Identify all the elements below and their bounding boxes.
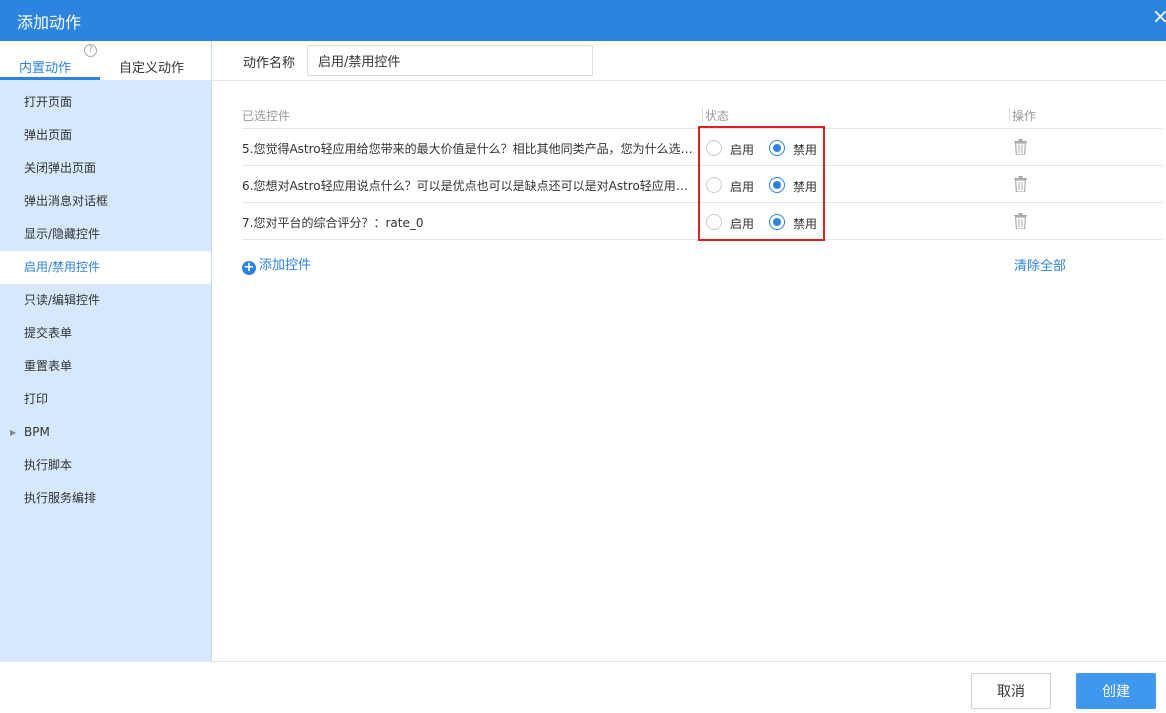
menu-item-reset-form[interactable]: 重置表单 [0,350,212,383]
status-highlight-box [698,126,825,241]
trash-icon[interactable] [1014,213,1027,229]
sidebar-tabs: 内置动作 ? 自定义动作 [0,41,211,80]
action-name-input[interactable] [307,45,593,76]
cancel-button[interactable]: 取消 [971,673,1051,709]
tab-custom-actions[interactable]: 自定义动作 [119,57,184,76]
menu-item-bpm[interactable]: ▶ BPM [0,416,212,449]
control-name: 7.您对平台的综合评分？：rate_0 [242,216,424,230]
menu-item-service-orchestration[interactable]: 执行服务编排 [0,482,212,515]
menu-item-print[interactable]: 打印 [0,383,212,416]
trash-icon[interactable] [1014,139,1027,155]
header-operation: 操作 [1012,109,1037,123]
dialog-title: 添加动作 [17,13,82,32]
dialog-footer: 取消 创建 [0,661,1166,713]
menu-item-message-dialog[interactable]: 弹出消息对话框 [0,185,212,218]
menu-item-close-popup[interactable]: 关闭弹出页面 [0,152,212,185]
control-name: 5.您觉得Astro轻应用给您带来的最大价值是什么？相比其他同类产品，您为什么选… [242,142,697,156]
header-status: 状态 [705,109,730,123]
sidebar: 内置动作 ? 自定义动作 打开页面 弹出页面 关闭弹出页面 弹出消息对话框 显示… [0,41,212,661]
add-action-dialog: 添加动作 × 内置动作 ? 自定义动作 打开页面 弹出页面 关闭弹出页面 弹出消… [0,0,1166,713]
menu-item-submit-form[interactable]: 提交表单 [0,317,212,350]
trash-icon[interactable] [1014,176,1027,192]
main-panel: 动作名称 已选控件 状态 操作 5.您觉得Astro轻应用给您带来的最大价值是什… [212,41,1166,661]
close-icon[interactable]: × [1152,6,1166,26]
dialog-header: 添加动作 × [0,0,1166,41]
menu-item-popup-page[interactable]: 弹出页面 [0,119,212,152]
menu-item-readonly-edit[interactable]: 只读/编辑控件 [0,284,212,317]
tab-builtin-actions[interactable]: 内置动作 [19,57,71,76]
caret-right-icon: ▶ [10,428,17,437]
menu-item-open-page[interactable]: 打开页面 [0,86,212,119]
control-name: 6.您想对Astro轻应用说点什么？可以是优点也可以是缺点还可以是对Astro轻… [242,179,697,193]
plus-circle-icon: + [242,260,256,275]
help-icon[interactable]: ? [84,44,97,57]
clear-all-button[interactable]: 清除全部 [1014,255,1066,274]
add-control-button[interactable]: + 添加控件 [242,254,311,275]
create-button[interactable]: 创建 [1076,673,1156,709]
menu-item-run-script[interactable]: 执行脚本 [0,449,212,482]
menu-item-enable-disable[interactable]: 启用/禁用控件 [0,251,211,284]
active-tab-indicator [0,77,100,80]
menu-item-show-hide[interactable]: 显示/隐藏控件 [0,218,212,251]
column-separator [1009,108,1010,121]
column-separator [702,108,703,121]
header-selected-control: 已选控件 [242,109,291,123]
action-menu: 打开页面 弹出页面 关闭弹出页面 弹出消息对话框 显示/隐藏控件 启用/禁用控件… [0,86,212,515]
action-name-label: 动作名称 [243,56,296,71]
divider [212,80,1166,81]
